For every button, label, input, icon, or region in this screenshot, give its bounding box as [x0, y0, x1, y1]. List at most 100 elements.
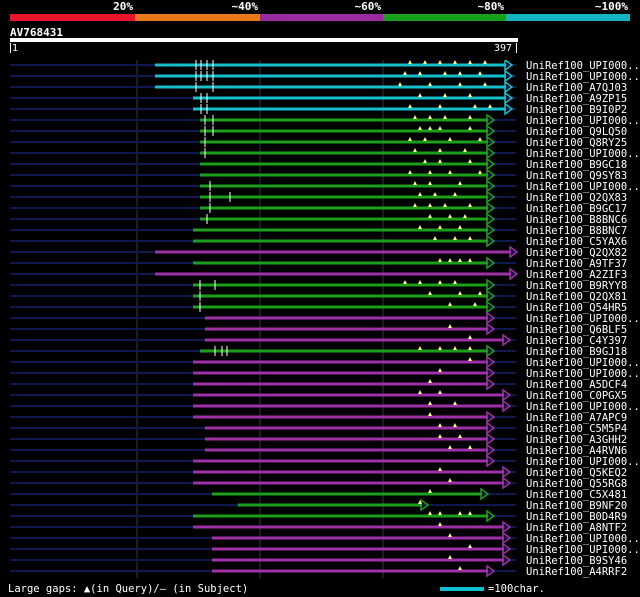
- query-gap-marker: [448, 445, 452, 449]
- query-gap-marker: [458, 566, 462, 570]
- legend-segment: ~40%: [135, 0, 260, 22]
- query-gap-marker: [458, 511, 462, 515]
- query-gap-marker: [453, 60, 457, 64]
- query-gap-marker: [438, 225, 442, 229]
- query-gap-marker: [488, 104, 492, 108]
- legend-threshold-label: ~40%: [231, 0, 259, 13]
- query-gap-marker: [483, 82, 487, 86]
- large-gaps-legend: Large gaps: ▲(in Query)/– (in Subject): [8, 583, 249, 595]
- query-gap-marker: [428, 181, 432, 185]
- query-gap-marker: [478, 291, 482, 295]
- query-gap-marker: [438, 467, 442, 471]
- query-gap-marker: [468, 335, 472, 339]
- query-gap-marker: [418, 93, 422, 97]
- query-gap-marker: [468, 93, 472, 97]
- query-gap-marker: [468, 60, 472, 64]
- query-gap-marker: [468, 126, 472, 130]
- scale-bar: [440, 587, 484, 591]
- query-gap-marker: [468, 258, 472, 262]
- query-gap-marker: [418, 225, 422, 229]
- query-gap-marker: [418, 192, 422, 196]
- query-gap-marker: [408, 104, 412, 108]
- query-gap-marker: [468, 115, 472, 119]
- legend-color-bar: [135, 14, 260, 21]
- query-gap-marker: [458, 258, 462, 262]
- query-gap-marker: [438, 390, 442, 394]
- query-gap-marker: [468, 445, 472, 449]
- query-gap-marker: [438, 159, 442, 163]
- query-gap-marker: [423, 60, 427, 64]
- query-gap-marker: [448, 555, 452, 559]
- query-gap-marker: [418, 280, 422, 284]
- hit-row[interactable]: UniRef100_A4RRF2: [10, 564, 627, 578]
- query-gap-marker: [468, 203, 472, 207]
- legend-segment: ~60%: [260, 0, 383, 22]
- query-gap-marker: [478, 71, 482, 75]
- query-gap-marker: [448, 533, 452, 537]
- query-gap-marker: [448, 137, 452, 141]
- query-gap-marker: [403, 280, 407, 284]
- query-gap-marker: [453, 236, 457, 240]
- legend-segment: 20%: [10, 0, 135, 22]
- query-gap-marker: [453, 423, 457, 427]
- query-gap-marker: [458, 71, 462, 75]
- query-gap-marker: [443, 71, 447, 75]
- query-gap-marker: [448, 324, 452, 328]
- ruler-end-tick: [516, 43, 517, 53]
- query-gap-marker: [428, 412, 432, 416]
- query-gap-marker: [428, 126, 432, 130]
- query-gap-marker: [448, 478, 452, 482]
- query-gap-marker: [453, 346, 457, 350]
- query-gap-marker: [413, 181, 417, 185]
- query-gap-marker: [458, 82, 462, 86]
- query-gap-marker: [428, 214, 432, 218]
- query-gap-marker: [428, 170, 432, 174]
- query-gap-marker: [438, 368, 442, 372]
- query-gap-marker: [448, 214, 452, 218]
- query-gap-marker: [408, 137, 412, 141]
- query-gap-marker: [448, 170, 452, 174]
- query-gap-marker: [418, 126, 422, 130]
- query-gap-marker: [438, 126, 442, 130]
- query-gap-marker: [413, 115, 417, 119]
- query-gap-marker: [398, 82, 402, 86]
- query-gap-marker: [458, 181, 462, 185]
- query-gap-marker: [443, 115, 447, 119]
- query-gap-marker: [428, 82, 432, 86]
- query-gap-marker: [408, 60, 412, 64]
- query-gap-marker: [473, 104, 477, 108]
- legend-color-bar: [506, 14, 630, 21]
- query-gap-marker: [428, 401, 432, 405]
- query-gap-marker: [433, 236, 437, 240]
- query-gap-marker: [438, 280, 442, 284]
- query-ruler: [10, 38, 518, 42]
- query-gap-marker: [473, 302, 477, 306]
- hit-label[interactable]: UniRef100_A4RRF2: [526, 566, 627, 578]
- query-gap-marker: [443, 203, 447, 207]
- query-gap-marker: [438, 423, 442, 427]
- legend-threshold-label: ~60%: [354, 0, 382, 13]
- legend-segment: ~100%: [506, 0, 630, 22]
- query-gap-marker: [458, 225, 462, 229]
- query-gap-marker: [448, 258, 452, 262]
- query-gap-marker: [468, 357, 472, 361]
- query-gap-marker: [463, 214, 467, 218]
- query-gap-marker: [443, 93, 447, 97]
- query-gap-marker: [468, 236, 472, 240]
- query-gap-marker: [428, 511, 432, 515]
- query-gap-marker: [478, 137, 482, 141]
- ruler-start-label: 1: [12, 43, 19, 54]
- query-gap-marker: [468, 346, 472, 350]
- query-gap-marker: [468, 544, 472, 548]
- legend-threshold-label: ~100%: [594, 0, 628, 13]
- query-gap-marker: [413, 148, 417, 152]
- query-gap-marker: [428, 379, 432, 383]
- legend-threshold-label: 20%: [113, 0, 133, 13]
- query-gap-marker: [438, 346, 442, 350]
- query-gap-marker: [468, 159, 472, 163]
- legend-color-bar: [383, 14, 506, 21]
- query-gap-marker: [418, 390, 422, 394]
- query-gap-marker: [413, 203, 417, 207]
- query-gap-marker: [428, 291, 432, 295]
- query-gap-marker: [403, 71, 407, 75]
